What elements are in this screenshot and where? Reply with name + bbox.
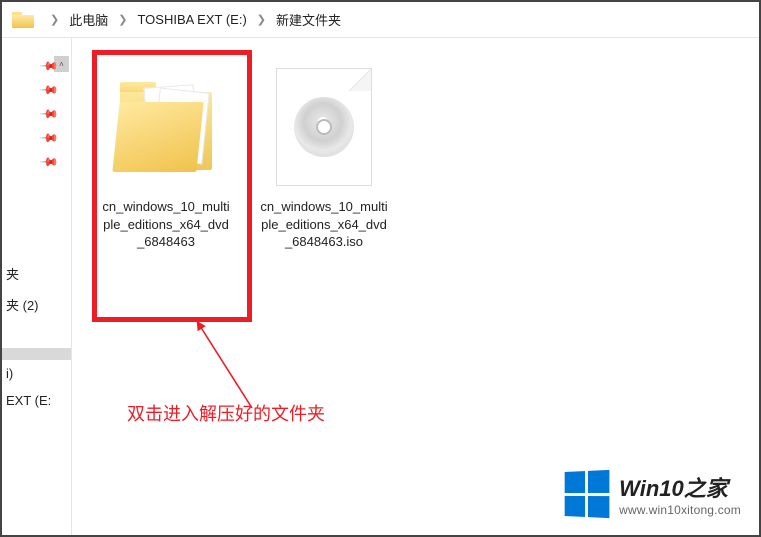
pin-icon: 📌 [39, 80, 59, 100]
folder-item[interactable]: cn_windows_10_multiple_editions_x64_dvd_… [102, 62, 230, 251]
disc-icon [294, 97, 354, 157]
nav-sidebar: ˄ 📌 📌 📌 📌 📌 夹 夹 (2) i) EXT (E: [2, 38, 72, 535]
main-area: ˄ 📌 📌 📌 📌 📌 夹 夹 (2) i) EXT (E: [2, 38, 759, 535]
quick-access-pin[interactable]: 📌 [2, 78, 71, 102]
folder-icon [12, 10, 36, 30]
file-label: cn_windows_10_multiple_editions_x64_dvd_… [102, 198, 230, 251]
quick-access-pin[interactable]: 📌 [2, 126, 71, 150]
chevron-right-icon[interactable]: ❯ [42, 13, 67, 26]
pin-icon: 📌 [39, 152, 59, 172]
watermark: Win10之家 www.win10xitong.com [563, 471, 741, 517]
watermark-url: www.win10xitong.com [619, 503, 741, 517]
sidebar-item-drive[interactable]: EXT (E: [2, 387, 71, 414]
folder-large-icon [116, 82, 216, 172]
iso-file-icon [276, 68, 372, 186]
breadcrumb-folder[interactable]: 新建文件夹 [274, 8, 343, 31]
pin-icon: 📌 [39, 104, 59, 124]
file-pane[interactable]: cn_windows_10_multiple_editions_x64_dvd_… [72, 38, 759, 535]
quick-access-pin[interactable]: 📌 [2, 150, 71, 174]
chevron-right-icon[interactable]: ❯ [110, 13, 135, 26]
watermark-title: Win10之家 [619, 471, 741, 503]
sidebar-item[interactable] [2, 348, 71, 360]
breadcrumb-drive[interactable]: TOSHIBA EXT (E:) [135, 10, 248, 29]
breadcrumb-this-pc[interactable]: 此电脑 [67, 8, 110, 31]
pin-icon: 📌 [39, 128, 59, 148]
sidebar-item[interactable]: 夹 [2, 258, 71, 289]
iso-file-item[interactable]: cn_windows_10_multiple_editions_x64_dvd_… [260, 62, 388, 251]
chevron-right-icon[interactable]: ❯ [249, 13, 274, 26]
annotation-text: 双击进入解压好的文件夹 [127, 400, 325, 426]
sidebar-item[interactable]: i) [2, 360, 71, 387]
sidebar-item[interactable]: 夹 (2) [2, 289, 71, 320]
address-bar: ❯ 此电脑 ❯ TOSHIBA EXT (E:) ❯ 新建文件夹 [2, 2, 759, 38]
windows-logo-icon [565, 470, 610, 518]
quick-access-pin[interactable]: 📌 [2, 102, 71, 126]
file-label: cn_windows_10_multiple_editions_x64_dvd_… [260, 198, 388, 251]
